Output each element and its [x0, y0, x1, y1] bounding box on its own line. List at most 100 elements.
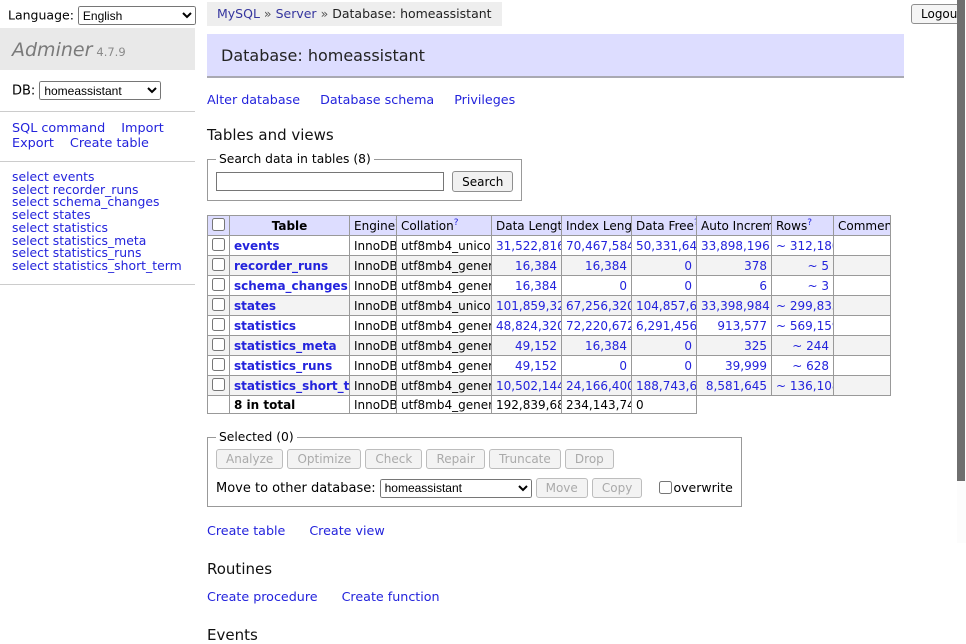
sidebar-link-import[interactable]: Import — [121, 121, 163, 136]
breadcrumb-server[interactable]: Server — [276, 6, 317, 21]
index-length-link[interactable]: 24,166,400 — [566, 379, 627, 393]
rows-help-link[interactable]: ? — [807, 218, 812, 228]
collation-help-link[interactable]: ? — [454, 218, 459, 228]
table-link-schema-changes[interactable]: schema_changes — [234, 279, 348, 293]
db-select[interactable]: homeassistant — [39, 81, 161, 100]
alter-database-link[interactable]: Alter database — [207, 92, 300, 107]
auto-increment-link[interactable]: 8,581,645 — [701, 379, 767, 393]
data-free-link[interactable]: 0 — [636, 339, 692, 353]
row-checkbox-statistics[interactable] — [212, 318, 225, 331]
privileges-link[interactable]: Privileges — [454, 92, 515, 107]
data-free-link[interactable]: 50,331,648 — [636, 239, 692, 253]
data-length-link[interactable]: 16,384 — [496, 259, 557, 273]
vertical-scrollbar[interactable] — [957, 0, 966, 543]
row-checkbox-statistics-meta[interactable] — [212, 338, 225, 351]
rows-count-link[interactable]: ~ 628 — [776, 359, 829, 373]
data-free-link[interactable]: 104,857,600 — [636, 299, 692, 313]
collation-cell: utf8mb4_general_ci — [397, 336, 492, 356]
index-length-link[interactable]: 0 — [566, 359, 627, 373]
sidebar-link-create-table[interactable]: Create table — [70, 136, 149, 151]
search-input[interactable] — [216, 172, 444, 191]
data-length-link[interactable]: 49,152 — [496, 359, 557, 373]
table-row: statistics_runs InnoDB utf8mb4_general_c… — [208, 356, 891, 376]
table-link-states[interactable]: states — [234, 299, 276, 313]
auto-increment-link[interactable]: 33,398,984 — [701, 299, 767, 313]
create-table-link[interactable]: Create table — [207, 523, 285, 538]
column-header-collation: Collation? — [397, 216, 492, 236]
data-free-link[interactable]: 0 — [636, 259, 692, 273]
index-length-link[interactable]: 0 — [566, 279, 627, 293]
sidebar-link-export[interactable]: Export — [12, 136, 54, 151]
move-database-select[interactable]: homeassistant — [380, 479, 532, 498]
data-length-link[interactable]: 10,502,144 — [496, 379, 557, 393]
create-view-link[interactable]: Create view — [309, 523, 384, 538]
auto-increment-link[interactable]: 39,999 — [701, 359, 767, 373]
overwrite-checkbox[interactable] — [659, 481, 672, 494]
comment-cell — [834, 296, 891, 316]
data-free-link[interactable]: 0 — [636, 359, 692, 373]
scrollbar-thumb[interactable] — [957, 0, 965, 481]
rows-count-link[interactable]: ~ 569,159 — [776, 319, 829, 333]
table-link-events[interactable]: events — [234, 239, 280, 253]
index-length-link[interactable]: 16,384 — [566, 259, 627, 273]
data-free-link[interactable]: 0 — [636, 279, 692, 293]
analyze-button[interactable]: Analyze — [216, 449, 283, 469]
data-length-link[interactable]: 49,152 — [496, 339, 557, 353]
sidebar-link-sql-command[interactable]: SQL command — [12, 121, 105, 136]
rows-count-link[interactable]: ~ 3 — [776, 279, 829, 293]
row-checkbox-statistics-runs[interactable] — [212, 358, 225, 371]
index-length-link[interactable]: 67,256,320 — [566, 299, 627, 313]
row-checkbox-recorder-runs[interactable] — [212, 258, 225, 271]
data-length-link[interactable]: 16,384 — [496, 279, 557, 293]
routines-heading: Routines — [207, 560, 904, 578]
rows-count-link[interactable]: ~ 5 — [776, 259, 829, 273]
rows-count-link[interactable]: ~ 136,108 — [776, 379, 829, 393]
table-link-statistics-meta[interactable]: statistics_meta — [234, 339, 337, 353]
truncate-button[interactable]: Truncate — [489, 449, 561, 469]
move-button[interactable]: Move — [536, 478, 588, 498]
row-checkbox-states[interactable] — [212, 298, 225, 311]
data-length-link[interactable]: 101,859,328 — [496, 299, 557, 313]
auto-increment-link[interactable]: 6 — [701, 279, 767, 293]
optimize-button[interactable]: Optimize — [287, 449, 361, 469]
table-link-statistics-runs[interactable]: statistics_runs — [234, 359, 332, 373]
auto-increment-link[interactable]: 33,898,196 — [701, 239, 767, 253]
index-length-link[interactable]: 72,220,672 — [566, 319, 627, 333]
auto-increment-link[interactable]: 325 — [701, 339, 767, 353]
table-link-statistics-short-term[interactable]: statistics_short_term — [234, 379, 350, 393]
table-row: recorder_runs InnoDB utf8mb4_general_ci … — [208, 256, 891, 276]
select-all-checkbox[interactable] — [212, 218, 225, 231]
rows-count-link[interactable]: ~ 312,180 — [776, 239, 829, 253]
rows-count-link[interactable]: ~ 244 — [776, 339, 829, 353]
table-link-recorder-runs[interactable]: recorder_runs — [234, 259, 328, 273]
repair-button[interactable]: Repair — [426, 449, 484, 469]
data-length-link[interactable]: 48,824,320 — [496, 319, 557, 333]
drop-button[interactable]: Drop — [565, 449, 614, 469]
adminer-logo: Adminer4.7.9 — [0, 28, 195, 70]
engine-cell: InnoDB — [350, 276, 397, 296]
search-button[interactable]: Search — [452, 171, 513, 192]
sidebar-item-select-statistics-short-term[interactable]: select statistics_short_term — [12, 260, 183, 273]
rows-count-link[interactable]: ~ 299,833 — [776, 299, 829, 313]
row-checkbox-events[interactable] — [212, 238, 225, 251]
check-button[interactable]: Check — [365, 449, 422, 469]
engine-cell: InnoDB — [350, 316, 397, 336]
collation-cell: utf8mb4_general_ci — [397, 376, 492, 396]
row-checkbox-statistics-short-term[interactable] — [212, 378, 225, 391]
create-function-link[interactable]: Create function — [342, 589, 440, 604]
auto-increment-link[interactable]: 378 — [701, 259, 767, 273]
index-length-link[interactable]: 16,384 — [566, 339, 627, 353]
data-free-link[interactable]: 6,291,456 — [636, 319, 692, 333]
copy-button[interactable]: Copy — [592, 478, 642, 498]
comment-cell — [834, 316, 891, 336]
create-procedure-link[interactable]: Create procedure — [207, 589, 318, 604]
data-length-link[interactable]: 31,522,816 — [496, 239, 557, 253]
database-schema-link[interactable]: Database schema — [320, 92, 434, 107]
auto-increment-link[interactable]: 913,577 — [701, 319, 767, 333]
row-checkbox-schema-changes[interactable] — [212, 278, 225, 291]
table-link-statistics[interactable]: statistics — [234, 319, 296, 333]
index-length-link[interactable]: 70,467,584 — [566, 239, 627, 253]
language-select[interactable]: English — [78, 6, 196, 25]
data-free-link[interactable]: 188,743,680 — [636, 379, 692, 393]
breadcrumb-mysql[interactable]: MySQL — [217, 6, 260, 21]
